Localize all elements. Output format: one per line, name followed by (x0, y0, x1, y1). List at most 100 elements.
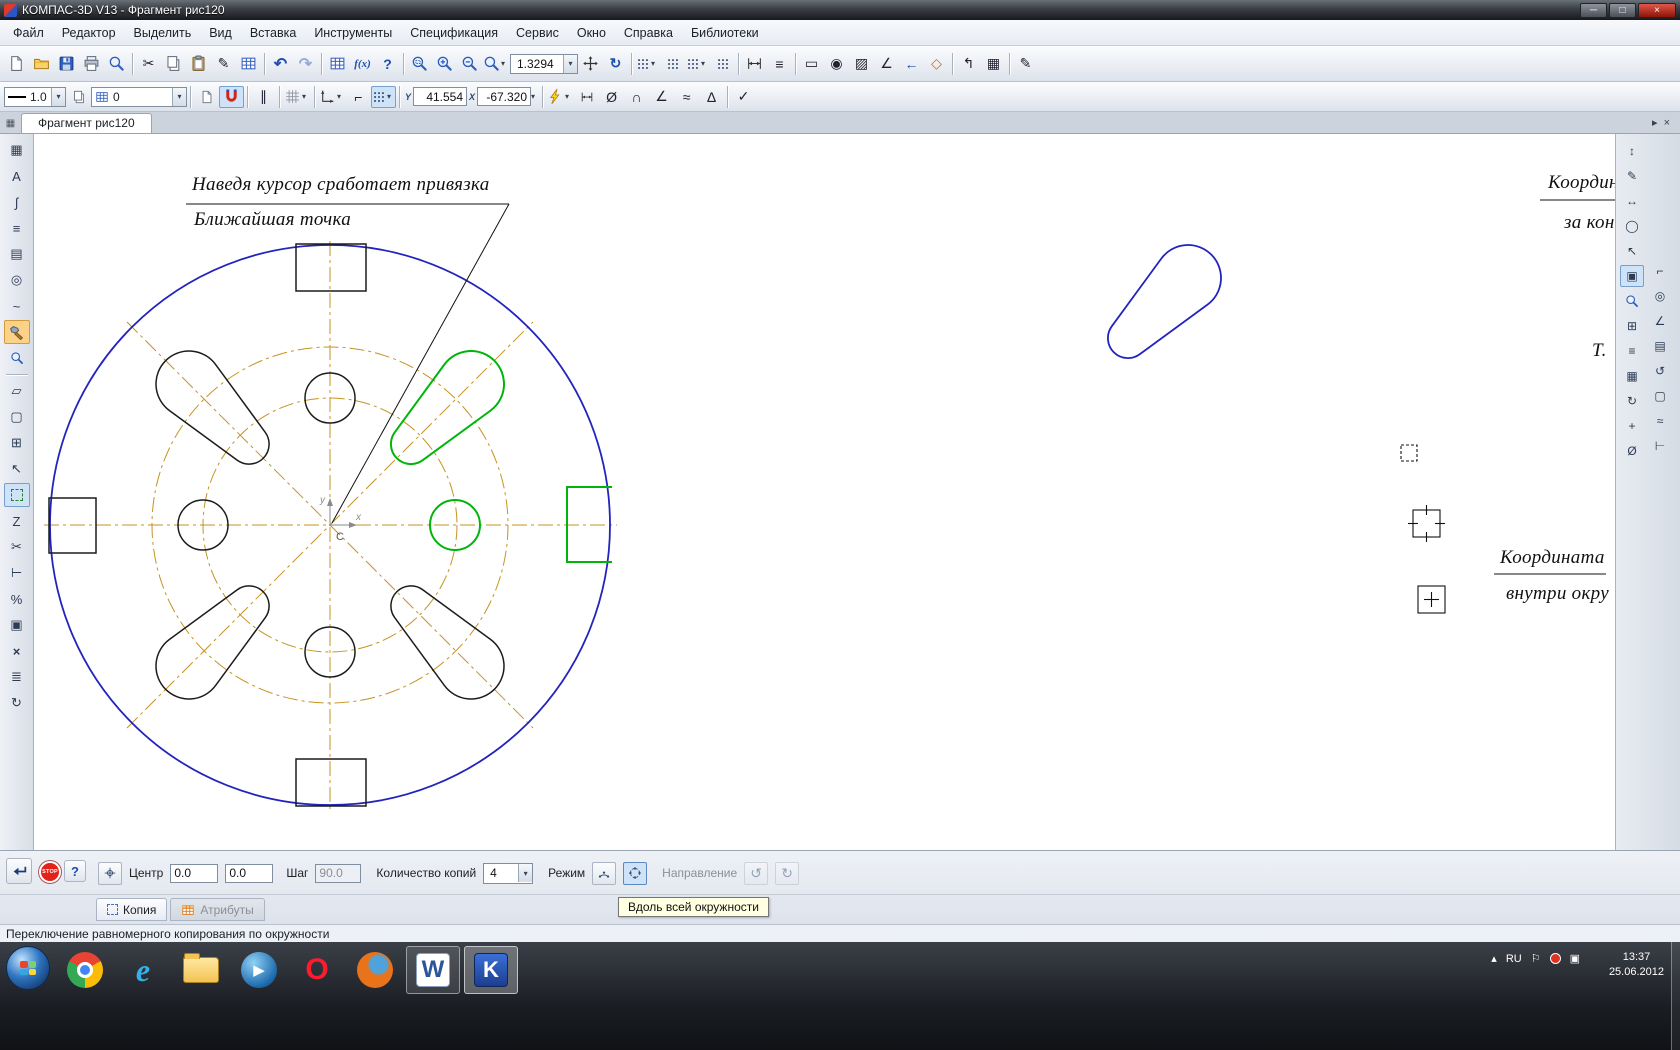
right-tool-icon-6[interactable]: ▣ (1620, 265, 1644, 287)
new-document-button[interactable] (4, 52, 29, 76)
copy-properties-button[interactable]: ✎ (211, 52, 236, 76)
local-axes-button[interactable]: ▾ (318, 86, 346, 108)
dropdown-icon[interactable]: ▾ (531, 92, 539, 101)
wave-button[interactable]: ≈ (674, 86, 699, 108)
magnet-button[interactable] (219, 85, 244, 108)
paste-button[interactable] (186, 52, 211, 76)
menu-item-select[interactable]: Выделить (125, 23, 201, 43)
right-tool-icon-20[interactable]: ⊢ (1648, 435, 1672, 457)
show-desktop-button[interactable] (1671, 942, 1680, 1050)
taskbar-clock[interactable]: 13:37 25.06.2012 (1609, 950, 1664, 980)
snap-grid-button-2[interactable] (660, 52, 685, 76)
direction-ccw-button[interactable]: ↺ (744, 861, 769, 885)
measure-button[interactable]: ✎ (1013, 52, 1038, 76)
parallel-button[interactable]: ∥ (251, 86, 276, 108)
cut-button[interactable]: ✂ (136, 52, 161, 76)
viewport-button[interactable]: ▭ (799, 52, 824, 76)
corner-button[interactable]: ↰ (956, 52, 981, 76)
right-tool-icon-11[interactable]: + (1620, 415, 1644, 437)
taskbar-word-button[interactable]: W (406, 946, 460, 994)
right-tool-icon-9[interactable]: ▦ (1620, 365, 1644, 387)
right-tool-zoom-icon[interactable] (1620, 290, 1644, 312)
interrupt-command-button[interactable]: STOP (36, 858, 64, 886)
print-button[interactable] (79, 52, 104, 76)
note-right-bottom-2[interactable]: внутри окру (1506, 583, 1609, 605)
redo-button[interactable]: ↷ (293, 52, 318, 76)
undo-button[interactable]: ↶ (268, 52, 293, 76)
notch-bottom[interactable] (295, 758, 367, 807)
diameter-button[interactable]: Ø (599, 86, 624, 108)
callout-text-1[interactable]: Наведя курсор сработает привязка (192, 174, 490, 196)
right-tool-icon-17[interactable]: ↺ (1648, 360, 1672, 382)
save-document-button[interactable] (54, 52, 79, 76)
arc-dim-button[interactable]: ∩ (624, 86, 649, 108)
menu-item-editor[interactable]: Редактор (53, 23, 125, 43)
hatch-button[interactable]: ▨ (849, 52, 874, 76)
chamfer-button[interactable]: ∆ (699, 86, 724, 108)
zoom-select-button[interactable]: ▾ (482, 52, 510, 76)
right-tool-icon-3[interactable]: ↔ (1620, 190, 1644, 212)
notch-top[interactable] (295, 243, 367, 292)
pan-button[interactable] (578, 52, 603, 76)
left-tool-segments-icon[interactable]: ≣ (4, 665, 30, 689)
dropdown-icon[interactable]: ▾ (172, 87, 186, 106)
menu-item-service[interactable]: Сервис (507, 23, 568, 43)
auto-dimension-button[interactable] (574, 86, 599, 108)
snap-grid-button-1[interactable]: ▾ (635, 52, 660, 76)
fx-button[interactable]: f(x) (350, 52, 375, 76)
right-tool-icon-16[interactable]: ▤ (1648, 335, 1672, 357)
taskbar-media-player-button[interactable]: ▶ (232, 946, 286, 994)
close-button[interactable]: × (1638, 2, 1676, 18)
open-document-button[interactable] (29, 52, 54, 76)
maximize-button[interactable]: □ (1609, 2, 1636, 18)
left-tool-arc-icon[interactable]: ↻ (4, 691, 30, 715)
callout-leader-line[interactable] (331, 203, 510, 524)
snap-settings-button[interactable]: ▾ (371, 85, 396, 108)
coord-x-input[interactable] (477, 87, 532, 106)
mode-full-circle-button[interactable] (623, 861, 648, 885)
right-tool-icon-15[interactable]: ∠ (1648, 310, 1672, 332)
left-tool-delete-icon[interactable]: × (4, 639, 30, 663)
menu-item-tools[interactable]: Инструменты (305, 23, 401, 43)
tray-expand-button[interactable]: ▴ (1491, 952, 1497, 965)
keyhole-preview[interactable] (1090, 231, 1234, 375)
mode-along-line-button[interactable] (592, 861, 617, 885)
drawing-canvas[interactable]: y x С Наведя курсор сработает привязка Б… (34, 134, 1616, 850)
snap-grid-button-4[interactable] (710, 52, 735, 76)
variables-button[interactable] (325, 52, 350, 76)
taskbar-firefox-button[interactable] (348, 946, 402, 994)
copies-input[interactable] (487, 864, 516, 882)
angle-dim-button[interactable]: ∠ (649, 86, 674, 108)
help-button[interactable]: ? (64, 860, 86, 882)
menu-item-insert[interactable]: Вставка (241, 23, 305, 43)
left-tool-selection-icon[interactable] (3, 483, 30, 507)
parametric-button[interactable]: ▾ (546, 86, 574, 108)
coord-y-input[interactable] (413, 87, 468, 106)
line-style-combo[interactable]: 1.0 ▾ (4, 86, 66, 107)
right-tool-icon-19[interactable]: ≈ (1648, 410, 1672, 432)
taskbar-kompas-button[interactable]: K (464, 946, 518, 994)
zoom-in-button[interactable] (432, 52, 457, 76)
taskbar-explorer-button[interactable] (174, 946, 228, 994)
menu-item-view[interactable]: Вид (200, 23, 241, 43)
center-x-input[interactable] (170, 863, 219, 883)
ortho-button[interactable]: ⌐ (346, 86, 371, 108)
menu-item-help[interactable]: Справка (615, 23, 682, 43)
taskbar-opera-button[interactable]: O (290, 946, 344, 994)
refresh-button[interactable]: ↻ (603, 52, 628, 76)
start-button[interactable] (6, 946, 50, 990)
left-tool-plane-icon[interactable]: ▱ (4, 379, 30, 403)
dropdown-icon[interactable]: ▾ (563, 54, 577, 73)
left-tool-edit-icon[interactable] (3, 320, 30, 344)
right-tool-icon-5[interactable]: ↖ (1620, 240, 1644, 262)
left-tool-copy-icon[interactable]: ▣ (4, 613, 30, 637)
right-tool-icon-7[interactable]: ⊞ (1620, 315, 1644, 337)
document-tab[interactable]: Фрагмент рис120 (21, 113, 152, 133)
left-tool-cursor-icon[interactable]: ↖ (4, 457, 30, 481)
copies-combo[interactable]: ▾ (483, 862, 534, 884)
menu-item-file[interactable]: Файл (4, 23, 53, 43)
tab-close-button[interactable]: × (1664, 117, 1670, 129)
copy-style-button[interactable] (194, 86, 219, 108)
tray-monitor-icon[interactable]: ▣ (1570, 952, 1580, 965)
menu-item-specification[interactable]: Спецификация (401, 23, 507, 43)
